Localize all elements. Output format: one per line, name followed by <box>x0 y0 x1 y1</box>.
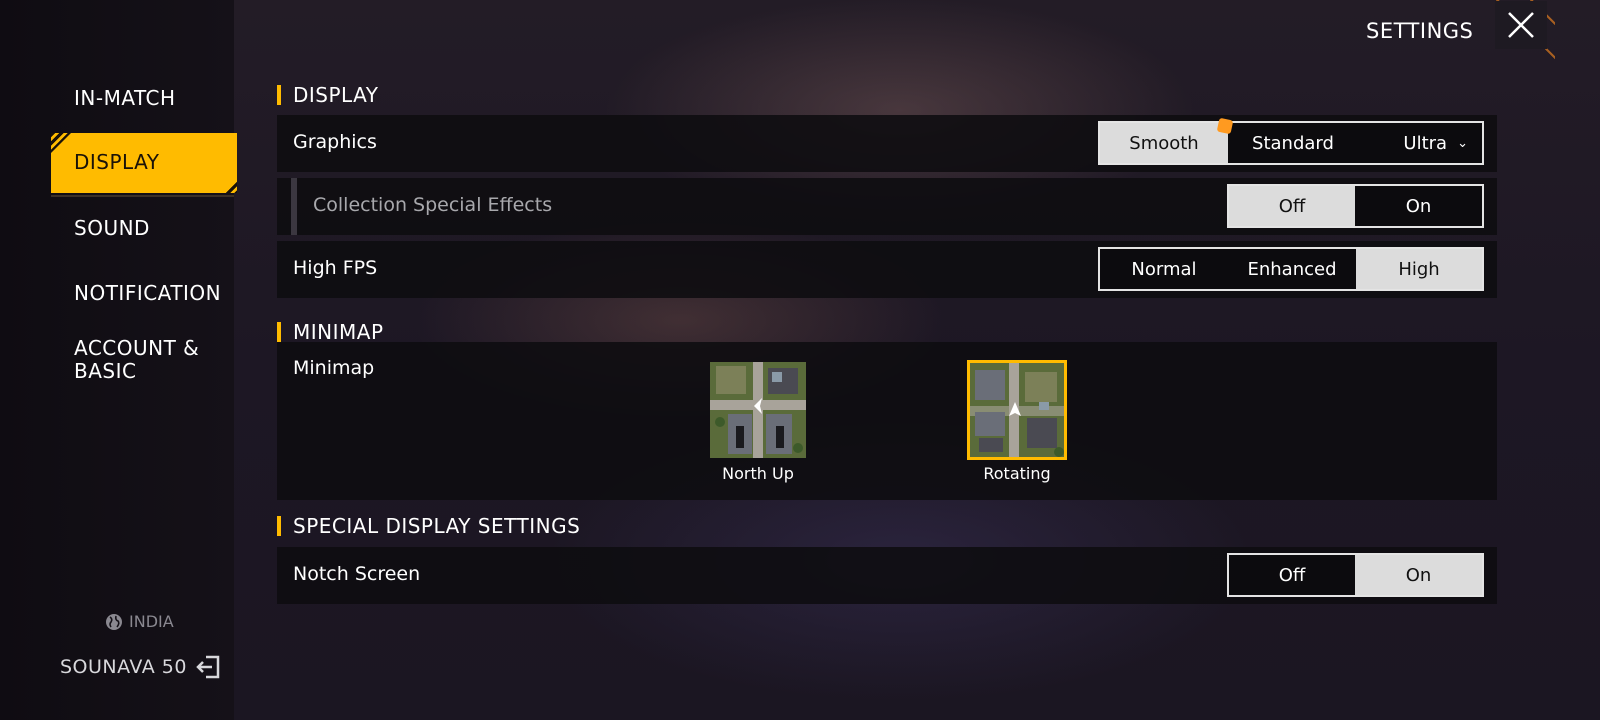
option-label: High <box>1398 258 1440 280</box>
option-label: Smooth <box>1129 132 1199 154</box>
high-fps-selector: Normal Enhanced High <box>1098 247 1484 291</box>
rotating-map-image <box>969 362 1065 458</box>
username: SOUNAVA 50 <box>60 656 187 678</box>
section-title-special-display: SPECIAL DISPLAY SETTINGS <box>277 514 580 538</box>
sidebar-item-label: DISPLAY <box>74 150 160 174</box>
section-title-minimap: MINIMAP <box>277 320 384 344</box>
collection-effects-off[interactable]: Off <box>1229 186 1355 226</box>
graphics-option-ultra[interactable]: Ultra ⌄ <box>1358 123 1482 163</box>
notch-screen-off[interactable]: Off <box>1229 555 1355 595</box>
minimap-label: Minimap <box>293 357 375 379</box>
high-fps-option-normal[interactable]: Normal <box>1100 249 1228 289</box>
graphics-option-smooth[interactable]: Smooth <box>1100 117 1234 163</box>
sidebar-item-account-basic[interactable]: ACCOUNT & BASIC <box>74 337 204 383</box>
north-up-map-image <box>710 362 806 458</box>
option-label: Normal <box>1131 258 1197 280</box>
option-label: Ultra <box>1403 132 1448 154</box>
graphics-label: Graphics <box>293 131 377 153</box>
graphics-selector: Smooth Standard Ultra ⌄ <box>1098 117 1484 165</box>
notch-screen-row: Notch Screen Off On <box>277 547 1497 604</box>
high-fps-option-high[interactable]: High <box>1356 249 1482 289</box>
minimap-rotating-preview[interactable] <box>967 360 1067 460</box>
sidebar-item-in-match[interactable]: IN-MATCH <box>74 87 176 110</box>
high-fps-option-enhanced[interactable]: Enhanced <box>1228 249 1356 289</box>
notch-screen-toggle: Off On <box>1227 553 1484 597</box>
globe-icon <box>106 613 122 630</box>
user-account: SOUNAVA 50 <box>60 654 221 680</box>
minimap-row: Minimap North Up Rotating <box>277 342 1497 500</box>
notch-screen-label: Notch Screen <box>293 563 421 585</box>
region-indicator: INDIA <box>105 612 174 631</box>
chevron-down-icon: ⌄ <box>1457 135 1468 151</box>
page-title: SETTINGS <box>1366 19 1474 43</box>
section-title-display: DISPLAY <box>277 83 379 107</box>
notch-screen-on[interactable]: On <box>1355 555 1482 595</box>
collection-effects-label: Collection Special Effects <box>313 194 553 216</box>
option-label: On <box>1405 195 1432 217</box>
option-label: Standard <box>1252 132 1334 154</box>
logout-icon[interactable] <box>195 654 221 680</box>
region-label: INDIA <box>129 612 174 631</box>
high-fps-label: High FPS <box>293 257 378 279</box>
collection-effects-row: Collection Special Effects Off On <box>277 178 1497 235</box>
sidebar: IN-MATCH DISPLAY SOUND NOTIFICATION ACCO… <box>0 0 237 720</box>
close-icon <box>1508 12 1534 38</box>
high-fps-row: High FPS Normal Enhanced High <box>277 241 1497 298</box>
sub-setting-indicator <box>291 178 297 235</box>
graphics-option-standard[interactable]: Standard <box>1228 123 1358 163</box>
minimap-option-rotating[interactable]: Rotating <box>957 464 1077 483</box>
minimap-north-up-preview[interactable] <box>710 362 806 458</box>
sidebar-item-display[interactable]: DISPLAY <box>51 133 237 193</box>
option-label: Enhanced <box>1247 258 1337 280</box>
close-button[interactable] <box>1495 1 1547 49</box>
sidebar-item-sound[interactable]: SOUND <box>74 217 150 240</box>
collection-effects-toggle: Off On <box>1227 184 1484 228</box>
option-label: Off <box>1278 195 1306 217</box>
minimap-option-north-up[interactable]: North Up <box>698 464 818 483</box>
collection-effects-on[interactable]: On <box>1355 186 1482 226</box>
sidebar-item-notification[interactable]: NOTIFICATION <box>74 282 221 305</box>
graphics-row: Graphics ? Smooth Standard Ultra ⌄ <box>277 115 1497 172</box>
active-item-divider <box>51 195 234 197</box>
option-label: On <box>1405 564 1432 586</box>
option-label: Off <box>1278 564 1306 586</box>
